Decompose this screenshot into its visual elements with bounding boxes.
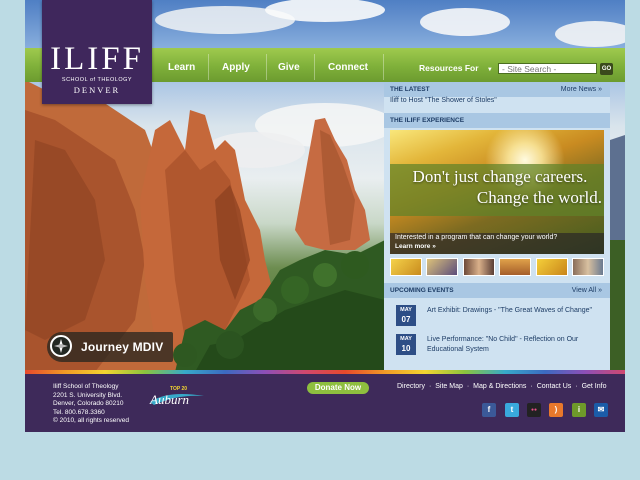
footer-link-site-map[interactable]: Site Map xyxy=(435,383,463,390)
search-go-button[interactable]: GO xyxy=(600,63,613,75)
facebook-icon[interactable]: f xyxy=(482,403,496,417)
info-icon[interactable]: i xyxy=(572,403,586,417)
sidebar-panel: THE LATEST More News » Iliff to Host "Th… xyxy=(384,82,610,370)
thumbnail[interactable] xyxy=(390,258,422,276)
logo-subtitle: SCHOOL of THEOLOGY xyxy=(61,77,133,83)
thumbnail[interactable] xyxy=(463,258,495,276)
journey-mdiv-badge[interactable]: Journey MDIV xyxy=(47,332,173,362)
address-line: Iliff School of Theology xyxy=(53,383,119,390)
thumbnail[interactable] xyxy=(426,258,458,276)
footer: Iliff School of Theology 2201 S. Univers… xyxy=(25,374,625,432)
resources-for-label: Resources For xyxy=(419,63,479,73)
site-search-input[interactable] xyxy=(498,63,597,74)
nav-give[interactable]: Give xyxy=(278,48,300,82)
nav-apply[interactable]: Apply xyxy=(222,48,250,82)
nav-learn[interactable]: Learn xyxy=(168,48,195,82)
rss-icon[interactable]: ) xyxy=(549,403,563,417)
copyright: © 2010, all rights reserved xyxy=(53,417,129,424)
footer-link-map-directions[interactable]: Map & Directions xyxy=(473,383,526,390)
footer-link-contact-us[interactable]: Contact Us xyxy=(537,383,572,390)
footer-link-divider: · xyxy=(466,383,470,390)
latest-heading: THE LATEST xyxy=(390,86,430,93)
logo-name: ILIFF xyxy=(50,41,144,77)
nav-divider xyxy=(314,54,315,80)
footer-link-divider: · xyxy=(575,383,578,390)
flickr-icon[interactable]: ●● xyxy=(527,403,541,417)
experience-promo-banner[interactable]: Don't just change careers. Change the wo… xyxy=(390,130,604,254)
page: Learn Apply Give Connect Resources For ▼… xyxy=(25,0,625,432)
dropdown-arrow-icon: ▼ xyxy=(486,67,493,73)
event-title-link[interactable]: Art Exhibit: Drawings - "The Great Waves… xyxy=(427,306,601,316)
events-header: UPCOMING EVENTS View All » xyxy=(384,283,610,298)
address-line: Tel. 800.678.3360 xyxy=(53,408,105,416)
promo-caption: Interested in a program that can change … xyxy=(395,234,558,241)
event-date-badge: MAY 10 xyxy=(396,334,416,355)
logo-city: DENVER xyxy=(73,85,121,95)
footer-link-divider: · xyxy=(530,383,533,390)
latest-headline-link[interactable]: Iliff to Host "The Shower of Stoles" xyxy=(390,97,497,104)
event-month: MAY xyxy=(400,336,412,342)
address-line: Denver, Colorado 80210 xyxy=(53,400,124,407)
thumbnail[interactable] xyxy=(572,258,604,276)
more-news-link[interactable]: More News » xyxy=(561,82,602,97)
event-day: 07 xyxy=(401,315,411,324)
iliff-logo[interactable]: ILIFF SCHOOL of THEOLOGY DENVER xyxy=(42,0,152,104)
promo-learn-more-link[interactable]: Learn more » xyxy=(395,243,436,250)
nav-divider xyxy=(266,54,267,80)
events-heading: UPCOMING EVENTS xyxy=(390,287,454,294)
promo-line-2: Change the world. xyxy=(476,188,602,207)
nav-divider xyxy=(208,54,209,80)
email-icon[interactable]: ✉ xyxy=(594,403,608,417)
event-day: 10 xyxy=(401,344,411,353)
footer-link-get-info[interactable]: Get Info xyxy=(582,383,607,390)
footer-address: Iliff School of Theology 2201 S. Univers… xyxy=(53,383,129,426)
address-line: 2201 S. University Blvd. xyxy=(53,391,123,399)
footer-link-directory[interactable]: Directory xyxy=(397,383,425,390)
compass-icon xyxy=(50,335,72,357)
footer-links: Directory · Site Map · Map & Directions … xyxy=(397,383,608,390)
thumbnail[interactable] xyxy=(499,258,531,276)
experience-heading: THE ILIFF EXPERIENCE xyxy=(390,117,465,124)
view-all-events-link[interactable]: View All » xyxy=(572,283,602,298)
event-month: MAY xyxy=(400,307,412,313)
auburn-name: Auburn xyxy=(150,392,189,407)
footer-link-divider: · xyxy=(428,383,432,390)
promo-thumbnails xyxy=(390,258,604,276)
latest-header: THE LATEST More News » xyxy=(384,82,610,97)
auburn-top20-badge[interactable]: TOP 20 Auburn xyxy=(148,386,206,408)
experience-header: THE ILIFF EXPERIENCE xyxy=(384,113,610,128)
event-date-badge: MAY 07 xyxy=(396,305,416,326)
donate-now-button[interactable]: Donate Now xyxy=(307,382,369,394)
nav-divider xyxy=(383,54,384,80)
promo-line-1: Don't just change careers. xyxy=(412,167,588,186)
thumbnail[interactable] xyxy=(536,258,568,276)
twitter-icon[interactable]: t xyxy=(505,403,519,417)
journey-mdiv-label: Journey MDIV xyxy=(81,340,164,354)
event-title-link[interactable]: Live Performance: "No Child" - Reflectio… xyxy=(427,335,601,355)
nav-connect[interactable]: Connect xyxy=(328,48,368,82)
